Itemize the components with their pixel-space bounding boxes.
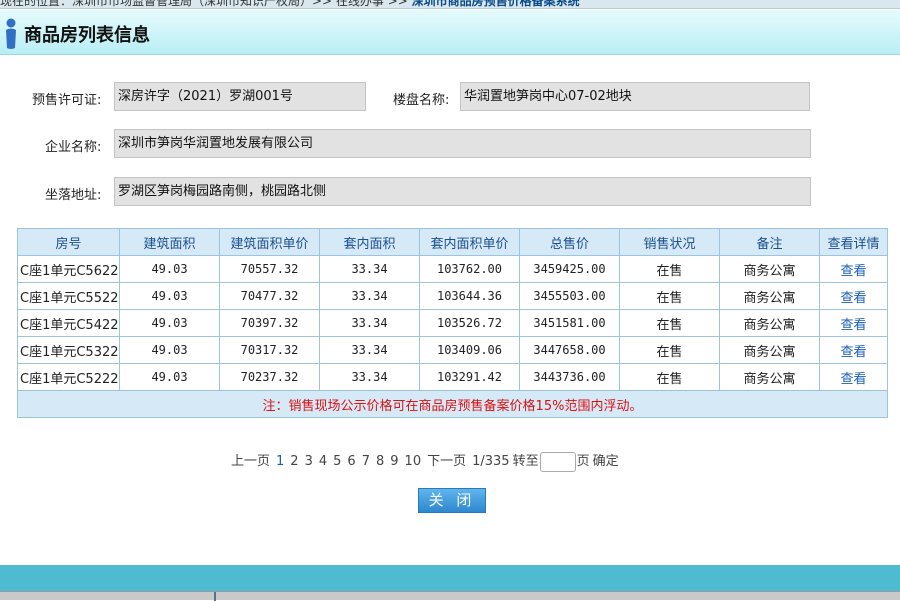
table-row: C座1单元C5322 49.03 70317.32 33.34 103409.0… — [17, 336, 888, 364]
price-note: 注：销售现场公示价格可在商品房预售备案价格15%范围内浮动。 — [17, 390, 888, 418]
room-number-cell: C座1单元C5622 — [17, 255, 120, 283]
info-person-icon — [6, 18, 16, 49]
room-number-cell: C座1单元C5222 — [17, 363, 120, 391]
view-detail-link[interactable]: 查看 — [819, 363, 888, 391]
room-number-cell: C座1单元C5522 — [17, 282, 120, 310]
remark-cell: 商务公寓 — [719, 282, 820, 310]
total-price-cell: 3443736.00 — [519, 363, 620, 391]
goto-label: 转至 — [512, 454, 539, 469]
view-detail-link[interactable]: 查看 — [819, 282, 888, 310]
page-link-9[interactable]: 9 — [390, 454, 398, 469]
column-header: 备注 — [719, 228, 820, 256]
page-link-6[interactable]: 6 — [347, 454, 355, 469]
column-header: 套内面积 — [319, 228, 420, 256]
pagination: 上一页 1 2 3 4 5 6 7 8 9 10 下一页 1/335 转至 页确定 — [228, 450, 622, 472]
prev-page-link[interactable]: 上一页 — [231, 450, 270, 469]
building-unit-price-cell: 70557.32 — [219, 255, 320, 283]
permit-field: 深房许字（2021）罗湖001号 — [114, 82, 366, 111]
next-page-link[interactable]: 下一页 — [427, 450, 466, 469]
building-area-cell: 49.03 — [119, 336, 220, 364]
inner-area-cell: 33.34 — [319, 309, 420, 337]
building-unit-price-cell: 70317.32 — [219, 336, 320, 364]
room-number-cell: C座1单元C5422 — [17, 309, 120, 337]
inner-unit-price-cell: 103291.42 — [419, 363, 520, 391]
housing-table: 房号 建筑面积 建筑面积单价 套内面积 套内面积单价 总售价 销售状况 备注 查… — [17, 228, 888, 418]
company-label: 企业名称: — [45, 140, 102, 155]
project-field: 华润置地笋岗中心07-02地块 — [460, 82, 810, 111]
column-header: 总售价 — [519, 228, 620, 256]
inner-unit-price-cell: 103762.00 — [419, 255, 520, 283]
breadcrumb-prefix: 现在的位置：深圳市市场监督管理局（深圳市知识产权局）>> 在线办事 >> — [0, 0, 412, 8]
page-count: 1/335 — [472, 454, 510, 469]
building-area-cell: 49.03 — [119, 255, 220, 283]
remark-cell: 商务公寓 — [719, 363, 820, 391]
page-header: 商品房列表信息 — [0, 10, 900, 55]
inner-area-cell: 33.34 — [319, 282, 420, 310]
view-detail-link[interactable]: 查看 — [819, 309, 888, 337]
page-link-10[interactable]: 10 — [405, 454, 422, 469]
footer-bar — [0, 565, 900, 591]
table-row: C座1单元C5222 49.03 70237.32 33.34 103291.4… — [17, 363, 888, 391]
page-link-3[interactable]: 3 — [305, 454, 313, 469]
permit-label: 预售许可证: — [32, 93, 102, 108]
sales-status-cell: 在售 — [619, 255, 720, 283]
building-unit-price-cell: 70397.32 — [219, 309, 320, 337]
page-title: 商品房列表信息 — [24, 25, 150, 46]
address-label: 坐落地址: — [45, 188, 102, 203]
page-link-7[interactable]: 7 — [362, 454, 370, 469]
total-price-cell: 3455503.00 — [519, 282, 620, 310]
project-label: 楼盘名称: — [393, 93, 450, 108]
inner-area-cell: 33.34 — [319, 336, 420, 364]
view-detail-link[interactable]: 查看 — [819, 255, 888, 283]
total-price-cell: 3447658.00 — [519, 336, 620, 364]
page-suffix: 页 — [576, 454, 590, 469]
building-area-cell: 49.03 — [119, 363, 220, 391]
building-unit-price-cell: 70477.32 — [219, 282, 320, 310]
company-field: 深圳市笋岗华润置地发展有限公司 — [114, 129, 811, 158]
total-price-cell: 3459425.00 — [519, 255, 620, 283]
column-header: 房号 — [17, 228, 120, 256]
table-header-row: 房号 建筑面积 建筑面积单价 套内面积 套内面积单价 总售价 销售状况 备注 查… — [17, 228, 888, 256]
address-field: 罗湖区笋岗梅园路南侧，桃园路北侧 — [114, 177, 811, 206]
close-button[interactable]: 关 闭 — [418, 488, 486, 513]
column-header: 查看详情 — [819, 228, 888, 256]
column-header: 销售状况 — [619, 228, 720, 256]
breadcrumb: 现在的位置：深圳市市场监督管理局（深圳市知识产权局）>> 在线办事 >> 深圳市… — [0, 0, 900, 9]
confirm-link[interactable]: 确定 — [593, 450, 619, 469]
table-note-row: 注：销售现场公示价格可在商品房预售备案价格15%范围内浮动。 — [17, 390, 888, 418]
sales-status-cell: 在售 — [619, 363, 720, 391]
building-area-cell: 49.03 — [119, 309, 220, 337]
column-header: 建筑面积 — [119, 228, 220, 256]
remark-cell: 商务公寓 — [719, 309, 820, 337]
room-number-cell: C座1单元C5322 — [17, 336, 120, 364]
page-link-8[interactable]: 8 — [376, 454, 384, 469]
goto-page-input[interactable] — [539, 451, 576, 472]
sales-status-cell: 在售 — [619, 336, 720, 364]
view-detail-link[interactable]: 查看 — [819, 336, 888, 364]
inner-unit-price-cell: 103644.36 — [419, 282, 520, 310]
inner-unit-price-cell: 103409.06 — [419, 336, 520, 364]
column-header: 套内面积单价 — [419, 228, 520, 256]
total-price-cell: 3451581.00 — [519, 309, 620, 337]
building-area-cell: 49.03 — [119, 282, 220, 310]
bottom-strip — [0, 591, 900, 601]
page-link-4[interactable]: 4 — [319, 454, 327, 469]
table-row: C座1单元C5622 49.03 70557.32 33.34 103762.0… — [17, 255, 888, 283]
page-link-2[interactable]: 2 — [290, 454, 298, 469]
table-row: C座1单元C5422 49.03 70397.32 33.34 103526.7… — [17, 309, 888, 337]
table-row: C座1单元C5522 49.03 70477.32 33.34 103644.3… — [17, 282, 888, 310]
remark-cell: 商务公寓 — [719, 336, 820, 364]
inner-unit-price-cell: 103526.72 — [419, 309, 520, 337]
page-link-1[interactable]: 1 — [276, 454, 284, 469]
sales-status-cell: 在售 — [619, 309, 720, 337]
remark-cell: 商务公寓 — [719, 255, 820, 283]
column-header: 建筑面积单价 — [219, 228, 320, 256]
page-link-5[interactable]: 5 — [333, 454, 341, 469]
inner-area-cell: 33.34 — [319, 363, 420, 391]
inner-area-cell: 33.34 — [319, 255, 420, 283]
building-unit-price-cell: 70237.32 — [219, 363, 320, 391]
sales-status-cell: 在售 — [619, 282, 720, 310]
breadcrumb-current[interactable]: 深圳市商品房预售价格备案系统 — [412, 0, 580, 8]
